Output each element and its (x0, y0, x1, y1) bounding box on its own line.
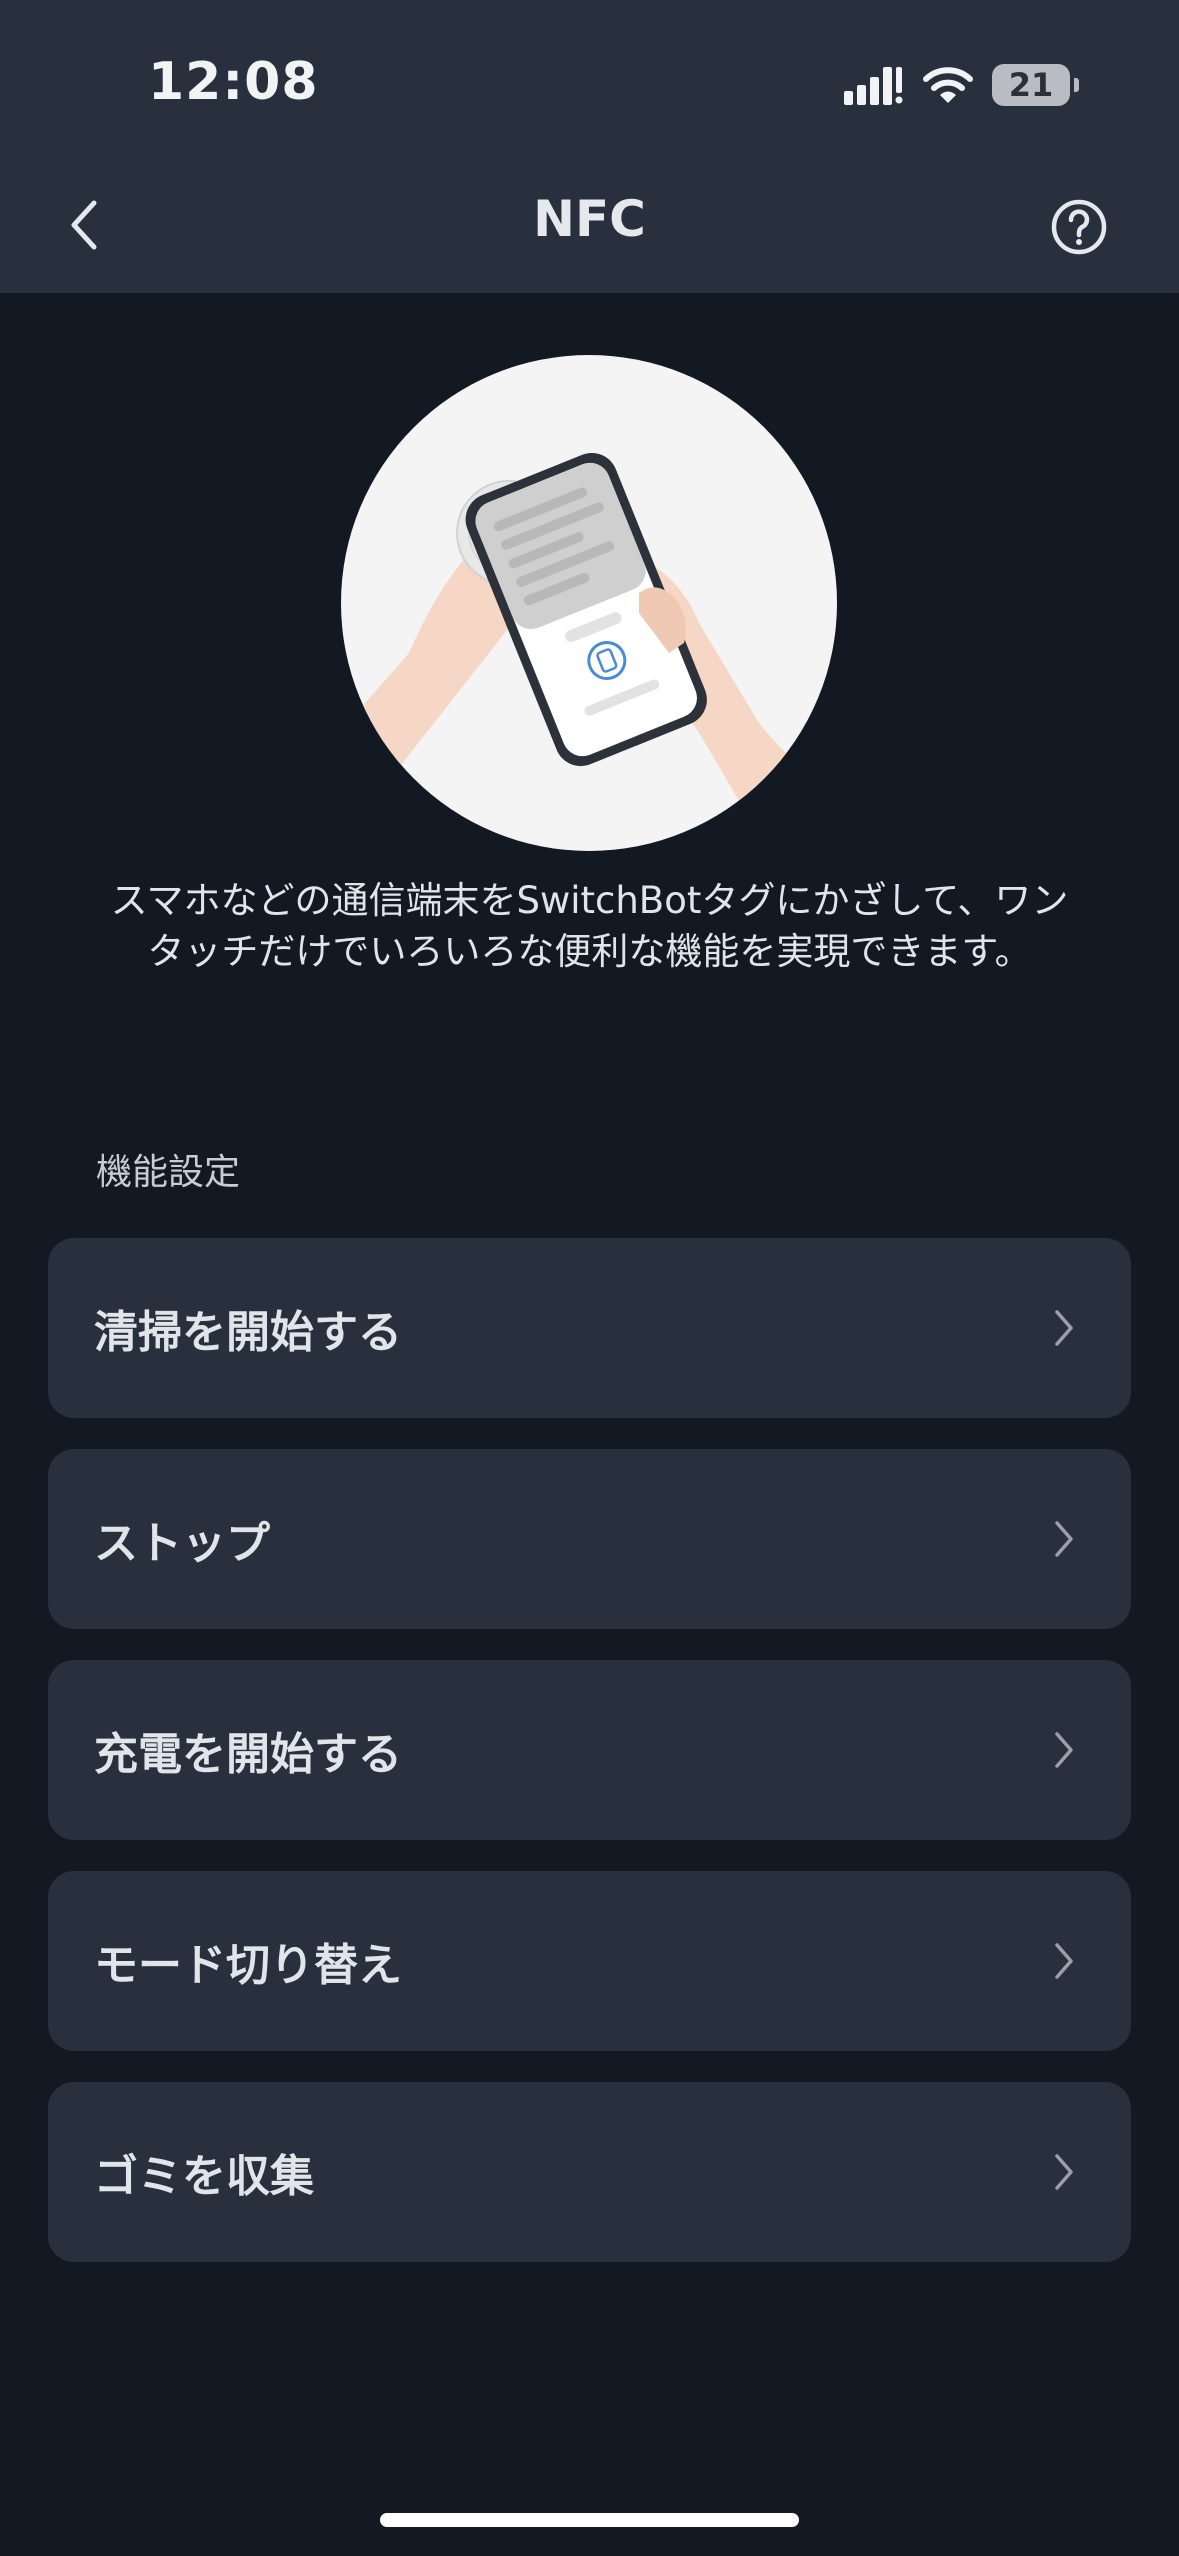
list-item-label: ゴミを収集 (94, 2151, 314, 2202)
status-time: 12:08 (148, 52, 319, 112)
battery-level: 21 (992, 64, 1070, 106)
section-label: 機能設定 (96, 1152, 241, 1193)
battery-icon: 21 (992, 64, 1079, 106)
home-indicator[interactable] (380, 2513, 799, 2527)
help-button[interactable] (1049, 197, 1109, 257)
chevron-right-icon (1055, 1310, 1073, 1346)
chevron-right-icon (1055, 2154, 1073, 2190)
list-item-stop[interactable]: ストップ (48, 1449, 1131, 1629)
page-title: NFC (533, 190, 646, 248)
function-list: 清掃を開始する ストップ 充電を開始する モード切り替え ゴミを収集 (48, 1238, 1131, 2293)
list-item-start-charging[interactable]: 充電を開始する (48, 1660, 1131, 1840)
description-text: スマホなどの通信端末をSwitchBotタグにかざして、ワンタッチだけでいろいろ… (110, 879, 1069, 973)
list-item-start-cleaning[interactable]: 清掃を開始する (48, 1238, 1131, 1418)
list-item-collect-dust[interactable]: ゴミを収集 (48, 2082, 1131, 2262)
chevron-right-icon (1055, 1732, 1073, 1768)
list-item-label: 清掃を開始する (94, 1307, 402, 1358)
list-item-switch-mode[interactable]: モード切り替え (48, 1871, 1131, 2051)
list-item-label: ストップ (94, 1518, 270, 1569)
nfc-illustration (341, 355, 837, 851)
help-circle-icon (1051, 199, 1107, 255)
chevron-right-icon (1055, 1521, 1073, 1557)
wifi-icon (923, 67, 973, 103)
cellular-signal-icon (844, 67, 903, 105)
chevron-right-icon (1055, 1943, 1073, 1979)
list-item-label: モード切り替え (94, 1940, 402, 1991)
status-icons: 21 (844, 64, 1079, 106)
top-bar: 12:08 21 NFC (0, 0, 1179, 293)
list-item-label: 充電を開始する (94, 1729, 402, 1780)
